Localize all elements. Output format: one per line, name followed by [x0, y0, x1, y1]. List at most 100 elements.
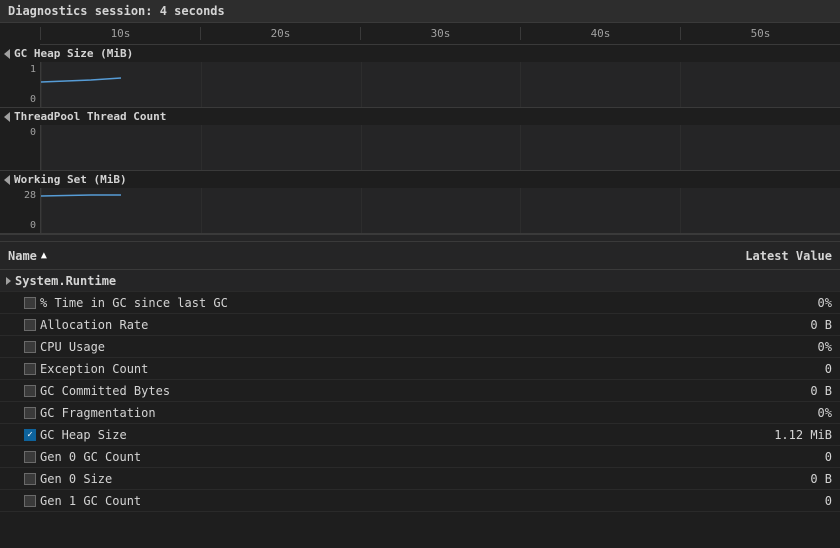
row-alloc-rate[interactable]: Allocation Rate 0 B — [0, 314, 840, 336]
checkbox-gen0-count[interactable] — [24, 451, 36, 463]
row-name-gen0-size: Gen 0 Size — [0, 472, 740, 486]
checkbox-gc-frag[interactable] — [24, 407, 36, 419]
gridline-t1 — [41, 125, 201, 170]
value-gc-committed: 0 B — [740, 384, 840, 398]
row-name-cpu-usage: CPU Usage — [0, 340, 740, 354]
label-gc-heap-size: GC Heap Size — [40, 428, 127, 442]
gridline-t3 — [361, 125, 521, 170]
threadpool-ymax: 0 — [30, 127, 36, 138]
working-set-svg — [41, 188, 840, 233]
time-axis: 10s 20s 30s 40s 50s — [40, 23, 840, 45]
row-gc-heap-size[interactable]: GC Heap Size 1.12 MiB — [0, 424, 840, 446]
tick-50s: 50s — [680, 27, 840, 40]
working-set-ymin: 0 — [30, 220, 36, 231]
gc-heap-ymax: 1 — [30, 64, 36, 75]
checkbox-gc-heap-size[interactable] — [24, 429, 36, 441]
working-set-ymax: 28 — [24, 190, 36, 201]
gc-heap-svg — [41, 62, 840, 107]
gc-heap-label: GC Heap Size (MiB) — [0, 45, 840, 62]
value-column-header[interactable]: Latest Value — [740, 249, 840, 263]
value-column-label: Latest Value — [745, 249, 832, 263]
gc-heap-yaxis: 1 0 — [0, 62, 40, 107]
name-column-header[interactable]: Name ▲ — [0, 249, 740, 263]
checkbox-cpu-usage[interactable] — [24, 341, 36, 353]
value-cpu-usage: 0% — [740, 340, 840, 354]
working-set-title: Working Set (MiB) — [14, 173, 127, 186]
label-time-in-gc: % Time in GC since last GC — [40, 296, 228, 310]
row-name-gc-committed: GC Committed Bytes — [0, 384, 740, 398]
group-title: System.Runtime — [15, 274, 116, 288]
value-gen1-count: 0 — [740, 494, 840, 508]
tick-40s: 40s — [520, 27, 680, 40]
row-name-exception-count: Exception Count — [0, 362, 740, 376]
gc-heap-body: 1 0 — [0, 62, 840, 107]
row-time-in-gc[interactable]: % Time in GC since last GC 0% — [0, 292, 840, 314]
section-separator — [0, 234, 840, 242]
working-set-yaxis: 28 0 — [0, 188, 40, 233]
row-name-gc-frag: GC Fragmentation — [0, 406, 740, 420]
label-gc-committed: GC Committed Bytes — [40, 384, 170, 398]
value-gen0-size: 0 B — [740, 472, 840, 486]
working-set-chart-section: Working Set (MiB) 28 0 — [0, 171, 840, 234]
checkbox-exception-count[interactable] — [24, 363, 36, 375]
row-name-time-in-gc: % Time in GC since last GC — [0, 296, 740, 310]
label-gen1-count: Gen 1 GC Count — [40, 494, 141, 508]
threadpool-label: ThreadPool Thread Count — [0, 108, 840, 125]
row-cpu-usage[interactable]: CPU Usage 0% — [0, 336, 840, 358]
row-gc-frag[interactable]: GC Fragmentation 0% — [0, 402, 840, 424]
threadpool-body: 0 — [0, 125, 840, 170]
checkbox-gc-committed[interactable] — [24, 385, 36, 397]
value-gc-frag: 0% — [740, 406, 840, 420]
label-cpu-usage: CPU Usage — [40, 340, 105, 354]
tick-10s: 10s — [40, 27, 200, 40]
group-collapse-icon — [6, 277, 11, 285]
threadpool-yaxis: 0 — [0, 125, 40, 170]
checkbox-gen1-count[interactable] — [24, 495, 36, 507]
tick-30s: 30s — [360, 27, 520, 40]
threadpool-plot — [40, 125, 840, 170]
gc-heap-collapse-icon[interactable] — [4, 49, 10, 59]
threadpool-gridlines — [41, 125, 840, 170]
gc-heap-plot — [40, 62, 840, 107]
threadpool-title: ThreadPool Thread Count — [14, 110, 166, 123]
tick-20s: 20s — [200, 27, 360, 40]
checkbox-time-in-gc[interactable] — [24, 297, 36, 309]
table-header-row: Name ▲ Latest Value — [0, 242, 840, 270]
row-gen0-count[interactable]: Gen 0 GC Count 0 — [0, 446, 840, 468]
row-gc-committed[interactable]: GC Committed Bytes 0 B — [0, 380, 840, 402]
working-set-plot — [40, 188, 840, 233]
working-set-body: 28 0 — [0, 188, 840, 233]
label-gen0-count: Gen 0 GC Count — [40, 450, 141, 464]
value-gc-heap-size: 1.12 MiB — [740, 428, 840, 442]
gc-heap-chart-section: GC Heap Size (MiB) 1 0 — [0, 45, 840, 108]
label-alloc-rate: Allocation Rate — [40, 318, 148, 332]
checkbox-alloc-rate[interactable] — [24, 319, 36, 331]
gridline-t5 — [680, 125, 840, 170]
working-set-collapse-icon[interactable] — [4, 175, 10, 185]
group-system-runtime[interactable]: System.Runtime — [0, 270, 840, 292]
gc-heap-ymin: 0 — [30, 94, 36, 105]
row-gen1-count[interactable]: Gen 1 GC Count 0 — [0, 490, 840, 512]
checkbox-gen0-size[interactable] — [24, 473, 36, 485]
row-name-gen1-count: Gen 1 GC Count — [0, 494, 740, 508]
label-gc-frag: GC Fragmentation — [40, 406, 156, 420]
metrics-table: Name ▲ Latest Value System.Runtime % Tim… — [0, 242, 840, 530]
value-time-in-gc: 0% — [740, 296, 840, 310]
label-exception-count: Exception Count — [40, 362, 148, 376]
header-title: Diagnostics session: 4 seconds — [8, 4, 225, 18]
row-name-gc-heap-size: GC Heap Size — [0, 428, 740, 442]
value-exception-count: 0 — [740, 362, 840, 376]
diagnostics-header: Diagnostics session: 4 seconds — [0, 0, 840, 23]
threadpool-collapse-icon[interactable] — [4, 112, 10, 122]
gridline-t2 — [201, 125, 361, 170]
gc-heap-title: GC Heap Size (MiB) — [14, 47, 133, 60]
row-name-alloc-rate: Allocation Rate — [0, 318, 740, 332]
group-name-label: System.Runtime — [0, 274, 116, 288]
row-exception-count[interactable]: Exception Count 0 — [0, 358, 840, 380]
row-name-gen0-count: Gen 0 GC Count — [0, 450, 740, 464]
threadpool-chart-section: ThreadPool Thread Count 0 — [0, 108, 840, 171]
working-set-label: Working Set (MiB) — [0, 171, 840, 188]
name-column-label: Name — [8, 249, 37, 263]
value-gen0-count: 0 — [740, 450, 840, 464]
row-gen0-size[interactable]: Gen 0 Size 0 B — [0, 468, 840, 490]
